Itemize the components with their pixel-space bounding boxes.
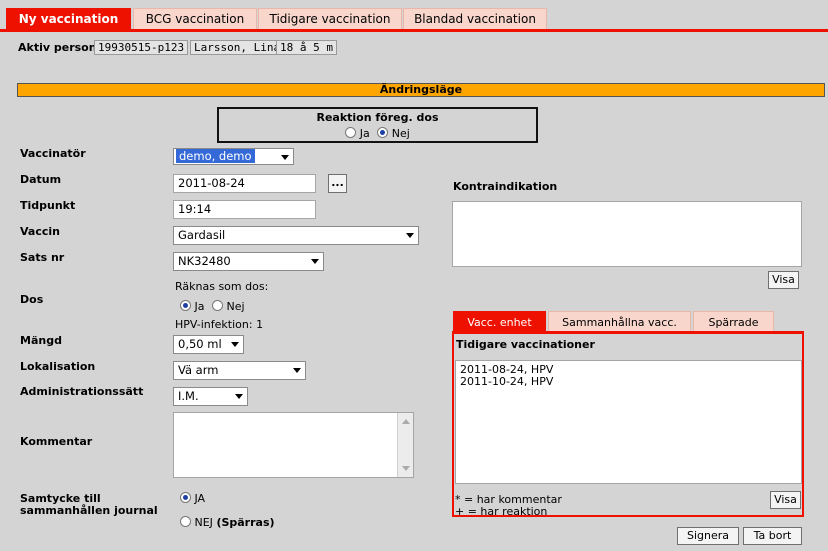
person-id: 19930515-p123 (94, 40, 189, 55)
active-person-label: Aktiv person (18, 41, 97, 54)
amount-select[interactable]: 0,50 ml (173, 335, 244, 354)
tab-tidigare-vaccination[interactable]: Tidigare vaccination (258, 8, 402, 29)
history-visa-button[interactable]: Visa (770, 491, 801, 509)
contraindication-label: Kontraindikation (453, 180, 558, 193)
time-label: Tidpunkt (20, 199, 76, 212)
consent-label: Samtycke till sammanhållen journal (20, 492, 158, 517)
previous-vaccinations-panel: Tidigare vaccinationer 2011-08-24, HPV 2… (452, 331, 804, 518)
location-label: Lokalisation (20, 360, 96, 373)
dose-yes-label: Ja (194, 300, 205, 313)
previous-vaccinations-list[interactable]: 2011-08-24, HPV 2011-10-24, HPV (455, 360, 802, 484)
consent-no-label: NEJ (194, 516, 213, 529)
location-select[interactable]: Vä arm (173, 361, 306, 380)
admin-method-select[interactable]: I.M. (173, 387, 248, 406)
subtab-sparrade[interactable]: Spärrade (693, 311, 774, 332)
person-name: Larsson, Lina (190, 40, 285, 55)
consent-no-row: NEJ (Spärras) (180, 516, 275, 529)
location-value: Vä arm (178, 363, 219, 377)
vaccinator-label: Vaccinatör (20, 147, 86, 160)
person-age: 18 å 5 m (276, 40, 337, 55)
sign-button[interactable]: Signera (677, 527, 739, 545)
tab-underline (0, 29, 828, 32)
chevron-down-icon (281, 155, 289, 160)
tab-bcg-vaccination[interactable]: BCG vaccination (133, 8, 257, 29)
vaccine-label: Vaccin (20, 225, 60, 238)
chevron-down-icon (231, 342, 239, 347)
batch-label: Sats nr (20, 251, 65, 264)
chevron-down-icon (311, 259, 319, 264)
consent-yes-radio[interactable] (180, 492, 191, 503)
chevron-down-icon (293, 368, 301, 373)
consent-yes-label: JA (194, 492, 206, 505)
time-input[interactable]: 19:14 (173, 200, 316, 219)
vaccine-value: Gardasil (178, 228, 226, 242)
dose-label: Dos (20, 293, 44, 306)
date-picker-button[interactable]: ... (328, 174, 347, 193)
legend-reaction: + = har reaktion (455, 505, 548, 518)
subtab-sammanhallna-vacc[interactable]: Sammanhållna vacc. (548, 311, 691, 332)
batch-select[interactable]: NK32480 (173, 252, 324, 271)
top-tab-bar: Ny vaccination BCG vaccination Tidigare … (0, 0, 828, 31)
contraindication-textarea[interactable] (452, 201, 802, 267)
reaction-prev-dose-box: Reaktion föreg. dos Ja Nej (217, 107, 538, 143)
reaction-yes-radio[interactable] (345, 127, 357, 138)
chevron-down-icon (235, 394, 243, 399)
previous-vaccinations-title: Tidigare vaccinationer (456, 338, 595, 351)
amount-label: Mängd (20, 334, 62, 347)
consent-no-radio[interactable] (180, 516, 191, 527)
dose-no-radio[interactable] (212, 300, 223, 311)
scroll-down-icon (402, 466, 410, 471)
reaction-no-radio[interactable] (377, 127, 389, 138)
mode-bar: Ändringsläge (17, 83, 825, 97)
dose-yes-radio[interactable] (180, 300, 191, 311)
consent-no-suffix: (Spärras) (216, 516, 275, 529)
comment-scrollbar[interactable] (397, 413, 413, 477)
hpv-infection-text: HPV-infektion: 1 (175, 318, 264, 331)
consent-yes-row: JA (180, 492, 205, 505)
vaccinator-value: demo, demo (176, 149, 255, 163)
date-input[interactable]: 2011-08-24 (173, 174, 316, 193)
tab-blandad-vaccination[interactable]: Blandad vaccination (403, 8, 547, 29)
reaction-yes-label: Ja (359, 127, 370, 140)
dose-radio-group: Ja Nej (180, 300, 245, 313)
contraindication-visa-button[interactable]: Visa (768, 271, 799, 289)
date-label: Datum (20, 173, 62, 186)
scroll-up-icon (402, 419, 410, 424)
amount-value: 0,50 ml (178, 337, 222, 351)
reaction-no-label: Nej (391, 127, 410, 140)
vaccinator-select[interactable]: demo, demo (173, 148, 294, 165)
chevron-down-icon (406, 233, 414, 238)
comment-textarea[interactable] (173, 412, 414, 478)
subtab-vacc-enhet[interactable]: Vacc. enhet (453, 311, 546, 332)
reaction-title: Reaktion föreg. dos (316, 111, 439, 124)
admin-method-value: I.M. (178, 389, 199, 403)
list-item[interactable]: 2011-10-24, HPV (460, 376, 797, 388)
batch-value: NK32480 (178, 254, 231, 268)
vaccine-select[interactable]: Gardasil (173, 226, 419, 245)
counts-as-dose-text: Räknas som dos: (175, 280, 269, 293)
comment-label: Kommentar (20, 435, 93, 448)
delete-button[interactable]: Ta bort (743, 527, 802, 545)
admin-label: Administrationssätt (20, 385, 144, 398)
tab-ny-vaccination[interactable]: Ny vaccination (6, 8, 131, 29)
dose-no-label: Nej (226, 300, 245, 313)
